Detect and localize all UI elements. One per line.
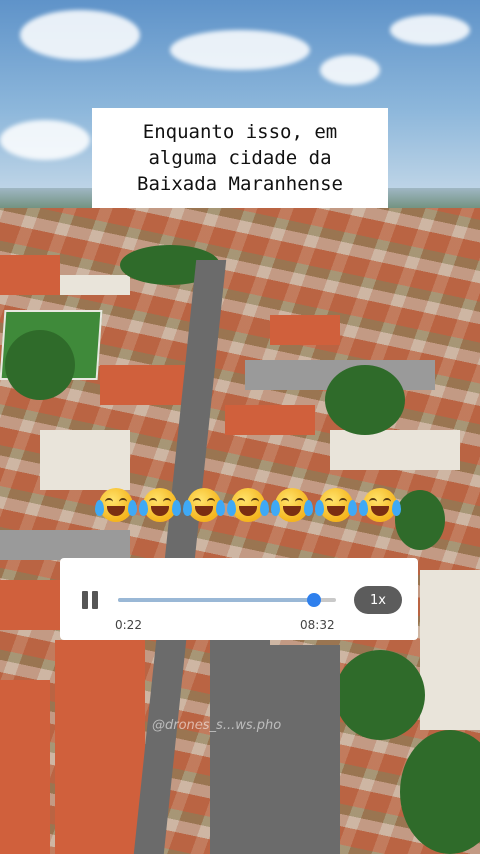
watermark: @drones_s...ws.pho bbox=[152, 718, 282, 733]
caption-box: Enquanto isso, em alguma cidade da Baixa… bbox=[92, 108, 388, 208]
roof bbox=[55, 640, 145, 854]
progress-track[interactable] bbox=[118, 593, 336, 607]
roof bbox=[60, 275, 130, 295]
face-with-tears-of-joy-icon bbox=[139, 486, 181, 526]
roof bbox=[40, 430, 130, 490]
cloud bbox=[170, 30, 310, 70]
current-time: 0:22 bbox=[115, 618, 142, 632]
road bbox=[210, 640, 270, 854]
face-with-tears-of-joy-icon bbox=[183, 486, 225, 526]
playback-speed-button[interactable]: 1x bbox=[354, 586, 402, 614]
roof bbox=[330, 430, 460, 470]
roof bbox=[0, 255, 60, 295]
trees bbox=[335, 650, 425, 740]
trees bbox=[325, 365, 405, 435]
pause-icon bbox=[82, 591, 88, 609]
duration: 08:32 bbox=[300, 618, 335, 632]
roof bbox=[0, 530, 130, 560]
roof bbox=[420, 570, 480, 730]
cloud bbox=[320, 55, 380, 85]
cloud bbox=[20, 10, 140, 60]
trees bbox=[5, 330, 75, 400]
progress-thumb[interactable] bbox=[307, 593, 322, 607]
road bbox=[270, 645, 340, 854]
progress-fill bbox=[118, 598, 315, 602]
face-with-tears-of-joy-icon bbox=[315, 486, 357, 526]
pause-button[interactable] bbox=[80, 591, 100, 609]
face-with-tears-of-joy-icon bbox=[227, 486, 269, 526]
roof bbox=[270, 315, 340, 345]
pause-icon-bar bbox=[92, 591, 98, 609]
trees bbox=[395, 490, 445, 550]
face-with-tears-of-joy-icon bbox=[95, 486, 137, 526]
face-with-tears-of-joy-icon bbox=[359, 486, 401, 526]
caption-text: Enquanto isso, em alguma cidade da Baixa… bbox=[137, 121, 343, 195]
audio-player: 0:22 08:32 1x bbox=[60, 558, 418, 640]
roof bbox=[0, 680, 50, 854]
roof bbox=[100, 365, 185, 405]
cloud bbox=[390, 15, 470, 45]
cloud bbox=[0, 120, 90, 160]
roof bbox=[0, 580, 60, 630]
face-with-tears-of-joy-icon bbox=[271, 486, 313, 526]
laughing-emoji-row bbox=[95, 486, 401, 526]
roof bbox=[225, 405, 315, 435]
